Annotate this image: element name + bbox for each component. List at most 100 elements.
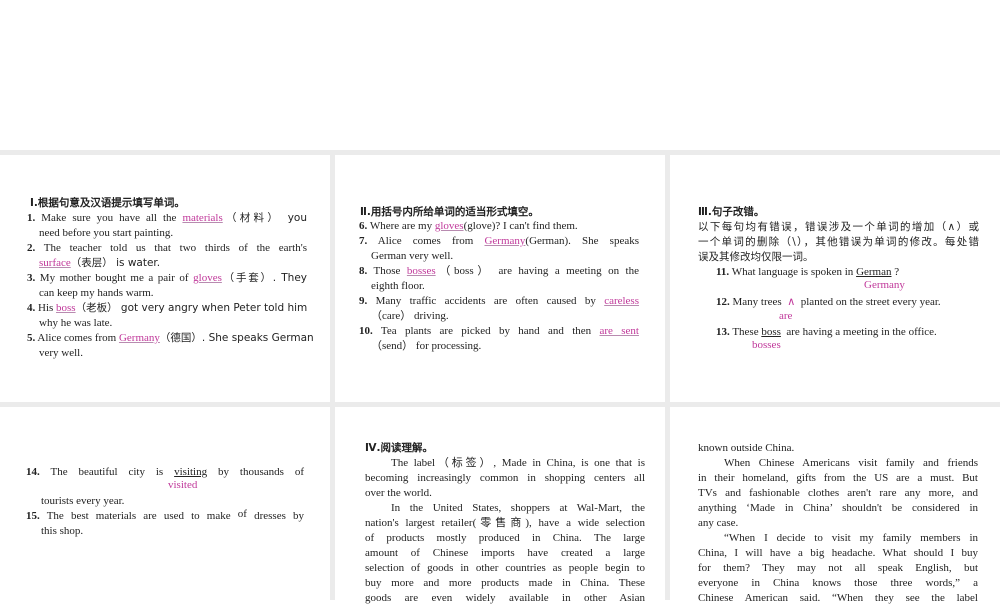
item-text: The best materials are used to make (46, 510, 238, 522)
answer: gloves (193, 272, 222, 284)
reading-line: In the United States, shoppers at Wal-Ma… (391, 502, 645, 514)
item-text: (glove)? I can't find them. (463, 220, 578, 232)
item-15: 15. The best materials are used to make … (26, 508, 305, 523)
error-word: visiting (174, 466, 208, 478)
item-number: 4. (27, 302, 36, 314)
answer: Germany (118, 332, 160, 344)
item-5: 5. Alice comes from Germany（德国）. She spe… (27, 331, 314, 345)
reading-line: becoming increasingly common in shopping… (365, 472, 645, 484)
answer: boss (56, 302, 76, 314)
item-11: 11. What language is spoken in German ? (716, 265, 899, 279)
item-text: What language is spoken in (731, 266, 857, 278)
reading-line: buy more and more products made in China… (365, 577, 645, 589)
item-number: 8. (359, 265, 368, 277)
item-text: need before you start painting. (39, 227, 174, 239)
reading-line: everyone in China knows those three word… (698, 577, 978, 589)
insert-mark: ∧ (787, 296, 796, 308)
item-text: Alice comes from (37, 332, 119, 344)
item-number: 10. (359, 325, 373, 337)
section-title: Ⅳ.阅读理解。 (365, 442, 434, 454)
answer: careless (604, 295, 639, 307)
item-text: by thousands of (218, 466, 304, 478)
reading-line: Chinese American said. “When they see th… (698, 592, 978, 604)
reading-line: goods are even widely available in other… (365, 592, 645, 604)
item-text: very well. (39, 347, 83, 359)
reading-line: amount of Chinese imports have created a… (365, 547, 645, 559)
item-number: 1. (27, 212, 36, 224)
reading-line: known outside China. (698, 442, 795, 454)
item-text: Those (373, 265, 407, 277)
item-9: 9. Many traffic accidents are often caus… (359, 294, 639, 308)
instructions: 以下每句均有错误，错误涉及一个单词的增加（∧）或 (698, 221, 979, 233)
item-text: surface（表层） is water. (39, 256, 160, 270)
item-text: The teacher told us that two thirds of t… (43, 242, 307, 254)
item-text: eighth floor. (371, 280, 425, 292)
reading-line: “When I decide to visit my family member… (724, 532, 978, 544)
item-text: dresses by (254, 510, 305, 522)
item-text: （材料） you (222, 212, 307, 224)
item-text: German very well. (371, 250, 454, 262)
reading-line: over the world. (365, 487, 432, 499)
divider-top (0, 150, 1000, 155)
item-text: can keep my hands warm. (39, 287, 154, 299)
item-8: 8. Those bosses（boss） are having a meeti… (359, 264, 639, 278)
section-title: Ⅱ.用括号内所给单词的适当形式填空。 (360, 206, 539, 218)
reading-line: When Chinese Americans visit family and … (724, 457, 978, 469)
answer: materials (182, 212, 223, 224)
instructions: 一个单词的删除（\），其他错误为单词的修改。每处错 (698, 236, 979, 248)
item-number: 6. (359, 220, 368, 232)
item-1: 1. Make sure you have all the materials（… (27, 211, 307, 225)
item-2: 2. The teacher told us that two thirds o… (27, 241, 307, 255)
section-title: Ⅲ.句子改错。 (698, 206, 765, 218)
reading-line: The label（标签）, Made in China, is one tha… (391, 457, 645, 469)
reading-line: in their homeland, gifts from the US are… (698, 472, 978, 484)
item-text: are having a meeting in the office. (786, 326, 937, 338)
instructions: 误及其修改均仅限一词。 (698, 251, 814, 263)
reading-line: selection of goods in other countries as… (365, 562, 645, 574)
item-4: 4. His boss（老板） got very angry when Pete… (27, 301, 307, 315)
divider-middle (0, 402, 1000, 407)
item-number: 15. (26, 510, 40, 522)
item-text: why he was late. (39, 317, 113, 329)
item-text: His (38, 302, 57, 314)
reading-line: of products mostly produced in China. Th… (365, 532, 645, 544)
item-7: 7. Alice comes from Germany(German). She… (359, 234, 639, 248)
item-13: 13. These boss are having a meeting in t… (716, 325, 937, 339)
item-number: 7. (359, 235, 368, 247)
item-text: （手套）. They (221, 272, 308, 284)
answer: Germany (484, 235, 526, 247)
item-text: Tea plants are picked by hand and then (380, 325, 600, 337)
divider-right (665, 150, 670, 600)
item-text: Alice comes from (377, 235, 485, 247)
item-10: 10. Tea plants are picked by hand and th… (359, 324, 639, 338)
item-number: 11. (716, 266, 730, 278)
item-text: These (732, 326, 762, 338)
answer: are sent (599, 325, 639, 337)
item-number: 14. (26, 466, 40, 478)
reading-line: nation's largest retailer(零售商), have a w… (365, 517, 645, 529)
divider-left (330, 150, 335, 600)
reading-line: for them? They may not all speak English… (698, 562, 978, 574)
answer: surface (39, 257, 71, 269)
item-number: 5. (27, 332, 36, 344)
item-number: 13. (716, 326, 730, 338)
item-text: (German). She speaks (525, 235, 639, 247)
correction: are (779, 310, 793, 322)
item-number: 9. (359, 295, 368, 307)
item-6: 6. Where are my gloves(glove)? I can't f… (359, 219, 578, 233)
item-text: The beautiful city is (50, 466, 175, 478)
item-text: （boss） are having a meeting on the (435, 265, 639, 277)
item-text: planted on the street every year. (800, 296, 941, 308)
item-text: My mother bought me a pair of (39, 272, 194, 284)
reading-line: anything ‘Made in China’ shouldn't be co… (698, 502, 978, 514)
item-text: tourists every year. (41, 495, 125, 507)
item-number: 2. (27, 242, 36, 254)
item-text: （德国）. She speaks German (159, 332, 314, 344)
error-word: German (856, 266, 892, 278)
answer: gloves (434, 220, 464, 232)
correction: Germany (864, 279, 905, 291)
item-text: Many trees (732, 296, 785, 308)
item-text: （老板） got very angry when Peter told him (75, 302, 308, 314)
item-number: 3. (27, 272, 36, 284)
item-14: 14. The beautiful city is visiting by th… (26, 465, 304, 479)
